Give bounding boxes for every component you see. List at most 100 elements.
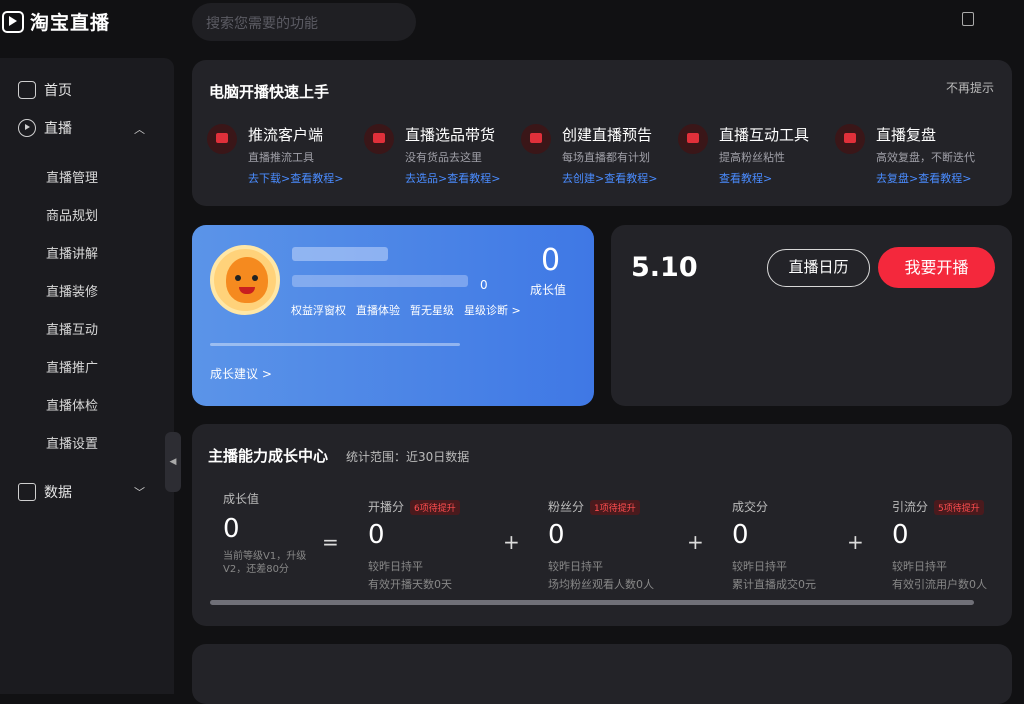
equals-sign: = <box>322 530 339 554</box>
username-blurred <box>292 247 388 261</box>
sidebar-item-data[interactable]: 数据 <box>18 482 72 502</box>
sidebar-item-label: 直播 <box>44 121 72 137</box>
today-date: 5.10 <box>631 252 698 283</box>
benefit-tag[interactable]: 权益浮窗权 <box>291 302 346 318</box>
live-calendar-button[interactable]: 直播日历 <box>767 249 870 287</box>
metric-fans[interactable]: 粉丝分 1项待提升 0 较昨日持平 场均粉丝观看人数0人 <box>548 496 654 591</box>
metric-tag: 5项待提升 <box>934 500 984 515</box>
growth-progress <box>210 343 460 346</box>
metric-desc: 有效引流用户数0人 <box>892 578 987 591</box>
benefit-tag[interactable]: 星级诊断 > <box>464 302 521 318</box>
avatar[interactable] <box>210 245 280 315</box>
sidebar-subitem[interactable]: 直播互动 <box>46 319 98 338</box>
help-link[interactable] <box>962 12 974 26</box>
ability-center-title: 主播能力成长中心 <box>208 447 329 465</box>
quick-item-title: 推流客户端 <box>248 126 324 144</box>
metric-value: 0 <box>548 520 565 550</box>
growth-value-label: 成长值 <box>223 492 260 506</box>
quick-item-desc: 直播推流工具 <box>248 151 314 164</box>
sidebar-subitem[interactable]: 直播体检 <box>46 395 98 414</box>
account-count: 0 <box>480 278 488 292</box>
start-live-button[interactable]: 我要开播 <box>878 247 995 288</box>
metric-name: 开播分 <box>368 500 405 514</box>
calendar-icon <box>521 124 551 154</box>
account-info-blurred <box>292 275 468 287</box>
metric-value: 0 <box>892 520 909 550</box>
metric-desc: 场均粉丝观看人数0人 <box>548 578 654 591</box>
growth-advice-link[interactable]: 成长建议 > <box>210 365 272 382</box>
plus-sign: + <box>687 530 704 554</box>
benefit-tags: 权益浮窗权 直播体验 暂无星级 星级诊断 > <box>291 302 521 318</box>
dismiss-link[interactable]: 不再提示 <box>946 79 994 96</box>
sidebar: 首页 直播 ︿ 直播管理 商品规划 直播讲解 直播装修 直播互动 直播推广 直播… <box>0 58 174 694</box>
app-title: 淘宝直播 <box>30 12 111 34</box>
quick-item-title: 直播选品带货 <box>405 126 496 144</box>
metric-name: 粉丝分 <box>548 500 585 514</box>
home-icon <box>18 81 36 99</box>
quick-item: 直播复盘 高效复盘，不断迭代 去复盘>查看教程> <box>820 124 978 194</box>
chevron-up-icon[interactable]: ︿ <box>134 121 145 137</box>
play-icon <box>18 119 36 137</box>
metric-value: 0 <box>732 520 749 550</box>
quick-item-links[interactable]: 去创建>查看教程> <box>562 170 657 186</box>
growth-level-note: 当前等级V1，升级V2，还差80分 <box>223 551 307 575</box>
growth-label: 成长值 <box>530 283 567 297</box>
benefit-tag: 暂无星级 <box>410 304 454 317</box>
plus-sign: + <box>847 530 864 554</box>
growth-value: 0 <box>541 243 561 278</box>
next-section-card <box>192 644 1012 704</box>
metric-name: 成交分 <box>732 500 769 514</box>
sidebar-subitem[interactable]: 直播讲解 <box>46 243 98 262</box>
quick-item: 推流客户端 直播推流工具 去下载>查看教程> <box>192 124 350 194</box>
quick-item: 直播互动工具 提高粉丝粘性 查看教程> <box>663 124 821 194</box>
metric-desc: 有效开播天数0天 <box>368 578 452 591</box>
monitor-icon <box>207 124 237 154</box>
sidebar-subitem[interactable]: 直播推广 <box>46 357 98 376</box>
sidebar-subitem[interactable]: 直播装修 <box>46 281 98 300</box>
sidebar-item-live[interactable]: 直播 <box>18 118 72 138</box>
quick-item-title: 直播互动工具 <box>719 126 810 144</box>
quick-item-links[interactable]: 去复盘>查看教程> <box>876 170 971 186</box>
quick-item-title: 创建直播预告 <box>562 126 653 144</box>
quick-item-links[interactable]: 去选品>查看教程> <box>405 170 500 186</box>
metric-kaibo[interactable]: 开播分 6项待提升 0 较昨日持平 有效开播天数0天 <box>368 496 460 591</box>
quick-item-desc: 提高粉丝粘性 <box>719 151 785 164</box>
sidebar-subitem[interactable]: 直播设置 <box>46 433 98 452</box>
app-logo[interactable]: 淘宝直播 <box>2 8 110 35</box>
quick-item-links[interactable]: 查看教程> <box>719 170 772 186</box>
quick-item-title: 直播复盘 <box>876 126 937 144</box>
document-icon <box>962 12 974 26</box>
sidebar-item-home[interactable]: 首页 <box>18 80 72 100</box>
quick-start-title: 电脑开播快速上手 <box>209 83 330 101</box>
metric-name: 引流分 <box>892 500 929 514</box>
chevron-down-icon[interactable]: ﹀ <box>134 484 145 500</box>
live-start-card: 5.10 直播日历 我要开播 <box>611 225 1012 406</box>
stats-range: 统计范围：近30日数据 <box>346 450 470 464</box>
metric-deal[interactable]: 成交分 0 较昨日持平 累计直播成交0元 <box>732 496 816 591</box>
plus-sign: + <box>503 530 520 554</box>
sidebar-collapse-button[interactable]: ◀ <box>165 432 181 492</box>
top-bar: 淘宝直播 搜索您需要的功能 <box>0 0 1024 44</box>
growth-card: 0 0 成长值 权益浮窗权 直播体验 暂无星级 星级诊断 > 成长建议 > <box>192 225 594 406</box>
sidebar-subitem[interactable]: 直播管理 <box>46 167 98 186</box>
chart-icon <box>18 483 36 501</box>
benefit-tag[interactable]: 直播体验 <box>356 302 400 318</box>
search-input[interactable]: 搜索您需要的功能 <box>192 3 416 41</box>
metric-compare: 较昨日持平 <box>892 560 947 573</box>
quick-item-desc: 每场直播都有计划 <box>562 151 650 164</box>
ability-center-card: 主播能力成长中心 统计范围：近30日数据 成长值 0 当前等级V1，升级V2，还… <box>192 424 1012 626</box>
quick-start-card: 电脑开播快速上手 不再提示 推流客户端 直播推流工具 去下载>查看教程> 直播选… <box>192 60 1012 206</box>
metric-desc: 累计直播成交0元 <box>732 578 816 591</box>
metric-traffic[interactable]: 引流分 5项待提升 0 较昨日持平 有效引流用户数0人 <box>892 496 987 591</box>
metric-value: 0 <box>368 520 385 550</box>
sidebar-subitem[interactable]: 商品规划 <box>46 205 98 224</box>
quick-item-desc: 没有货品去这里 <box>405 151 482 164</box>
quick-item-links[interactable]: 去下载>查看教程> <box>248 170 343 186</box>
sidebar-item-label: 首页 <box>44 83 72 99</box>
review-icon <box>835 124 865 154</box>
quick-item: 创建直播预告 每场直播都有计划 去创建>查看教程> <box>506 124 664 194</box>
chat-icon <box>678 124 708 154</box>
horizontal-scrollbar[interactable] <box>210 600 974 605</box>
quick-item-desc: 高效复盘，不断迭代 <box>876 151 975 164</box>
metric-compare: 较昨日持平 <box>368 560 423 573</box>
